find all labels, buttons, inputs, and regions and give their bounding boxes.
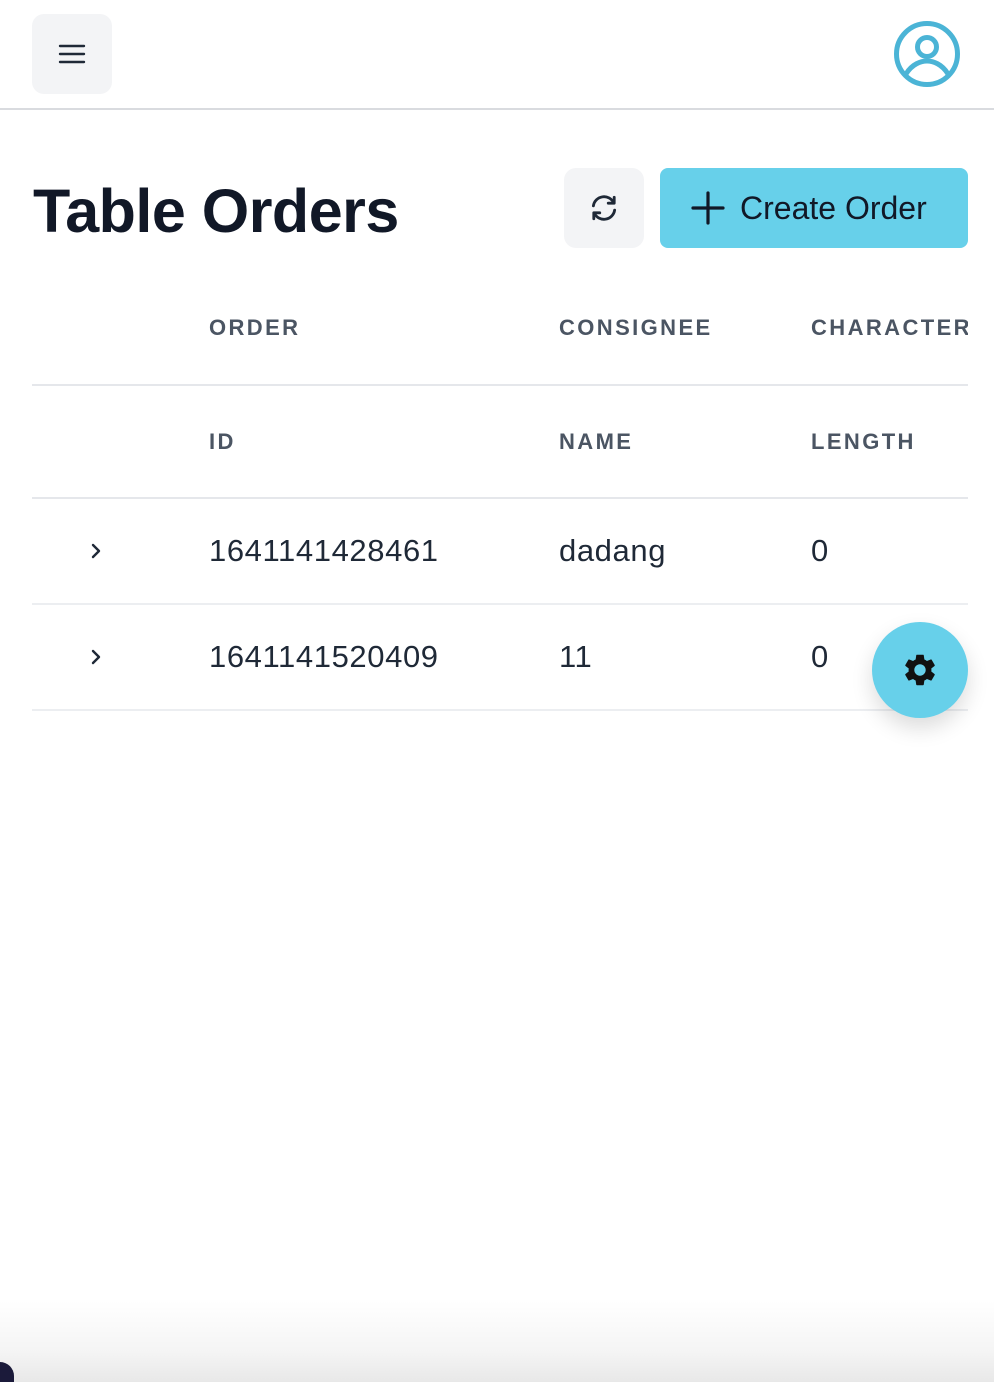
character-length-cell: 0 — [811, 639, 829, 674]
gear-icon — [905, 654, 935, 686]
table-row[interactable]: 1641141428461 dadang 0 — [32, 499, 968, 605]
orders-table: ORDER CONSIGNEE CHARACTER ID NAME LENGTH… — [32, 272, 968, 711]
character-length-cell: 0 — [811, 533, 829, 568]
consignee-name-cell: dadang — [559, 533, 667, 568]
expand-row-button[interactable] — [84, 499, 108, 603]
column-header-character[interactable]: CHARACTER — [811, 272, 968, 384]
top-bar — [0, 0, 994, 110]
plus-icon — [691, 191, 725, 225]
order-id-cell: 1641141428461 — [209, 533, 439, 568]
refresh-button[interactable] — [564, 168, 644, 248]
create-order-button[interactable]: Create Order — [660, 168, 968, 248]
chevron-right-icon — [91, 649, 101, 665]
expand-row-button[interactable] — [84, 605, 108, 709]
table-row[interactable]: 1641141520409 11 0 — [32, 605, 968, 711]
user-circle-icon[interactable] — [893, 20, 961, 88]
column-header-order[interactable]: ORDER — [209, 272, 300, 384]
column-header-id[interactable]: ID — [209, 386, 236, 497]
refresh-icon — [591, 195, 617, 221]
bottom-shadow — [0, 1300, 994, 1382]
table-header-row: ORDER CONSIGNEE CHARACTER — [32, 272, 968, 386]
page-title: Table Orders — [33, 177, 399, 245]
menu-icon — [58, 44, 86, 64]
column-header-consignee[interactable]: CONSIGNEE — [559, 272, 713, 384]
settings-fab-button[interactable] — [872, 622, 968, 718]
menu-button[interactable] — [32, 14, 112, 94]
consignee-name-cell: 11 — [559, 639, 593, 674]
table-header-row: ID NAME LENGTH — [32, 386, 968, 499]
column-header-length[interactable]: LENGTH — [811, 386, 916, 497]
create-order-label: Create Order — [740, 189, 927, 226]
column-header-name[interactable]: NAME — [559, 386, 633, 497]
chevron-right-icon — [91, 543, 101, 559]
order-id-cell: 1641141520409 — [209, 639, 439, 674]
page: Table Orders Create Order ORDER CONSIGNE… — [0, 0, 994, 1382]
